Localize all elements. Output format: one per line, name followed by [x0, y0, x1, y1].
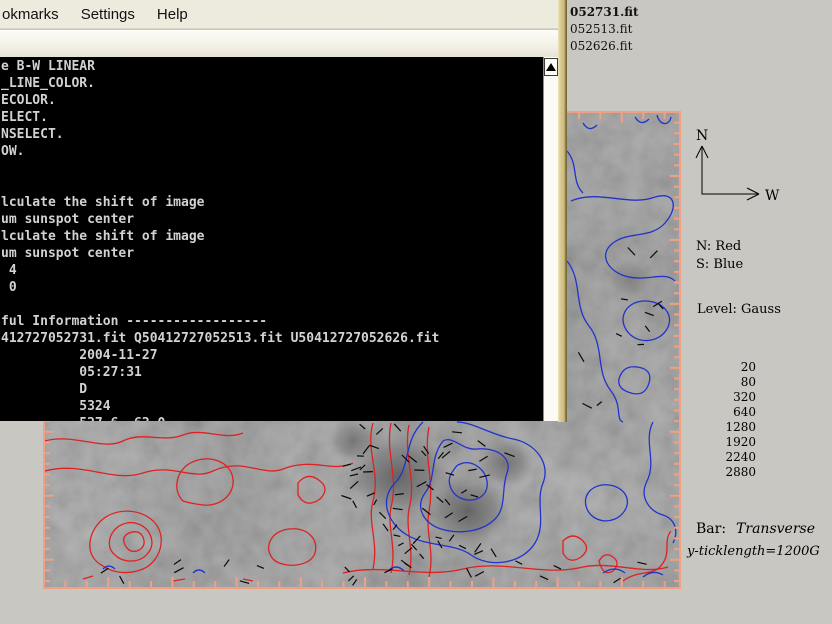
terminal-output[interactable]: e B-W LINEAR _LINE_COLOR. ECOLOR. ELECT.…: [0, 57, 543, 421]
up-arrow-icon: [546, 63, 556, 71]
terminal-window: okmarks Settings Help e B-W LINEAR _LINE_C…: [0, 0, 567, 422]
fit-file-name: 052731.fit: [570, 4, 639, 21]
menu-item-help[interactable]: Help: [157, 6, 188, 23]
legend-north: N: Red: [696, 239, 741, 254]
terminal-lines: e B-W LINEAR _LINE_COLOR. ECOLOR. ELECT.…: [1, 58, 439, 421]
bar-line: Bar: Transverse: [696, 521, 815, 537]
fit-file-list: 052731.fit052513.fit052626.fit: [570, 4, 639, 55]
window-right-border: [558, 0, 567, 422]
level-value: 2880: [698, 465, 756, 480]
bar-value: Transverse: [736, 521, 815, 537]
fit-file-name: 052513.fit: [570, 21, 639, 38]
scroll-up-button[interactable]: [544, 58, 558, 76]
level-value: 1920: [698, 435, 756, 450]
menu-bar: okmarks Settings Help: [0, 0, 558, 29]
level-heading: Level: Gauss: [697, 302, 781, 317]
compass-axes: [702, 146, 759, 194]
scrollbar[interactable]: [543, 57, 558, 421]
level-value: 640: [698, 405, 756, 420]
fit-file-name: 052626.fit: [570, 38, 639, 55]
level-value: 20: [698, 360, 756, 375]
menu-item-okmarks[interactable]: okmarks: [2, 6, 59, 23]
level-value: 2240: [698, 450, 756, 465]
bar-label: Bar:: [696, 521, 726, 537]
menu-item-settings[interactable]: Settings: [81, 6, 135, 23]
compass-north-label: N: [696, 128, 708, 144]
legend-south: S: Blue: [696, 257, 743, 272]
level-list: 20803206401280192022402880: [698, 360, 756, 480]
compass: N W: [685, 118, 795, 210]
level-value: 1280: [698, 420, 756, 435]
tick-length-note: y-ticklength=1200G: [687, 544, 820, 559]
compass-west-label: W: [765, 188, 780, 204]
level-value: 80: [698, 375, 756, 390]
level-value: 320: [698, 390, 756, 405]
toolbar-strip: [0, 30, 558, 58]
